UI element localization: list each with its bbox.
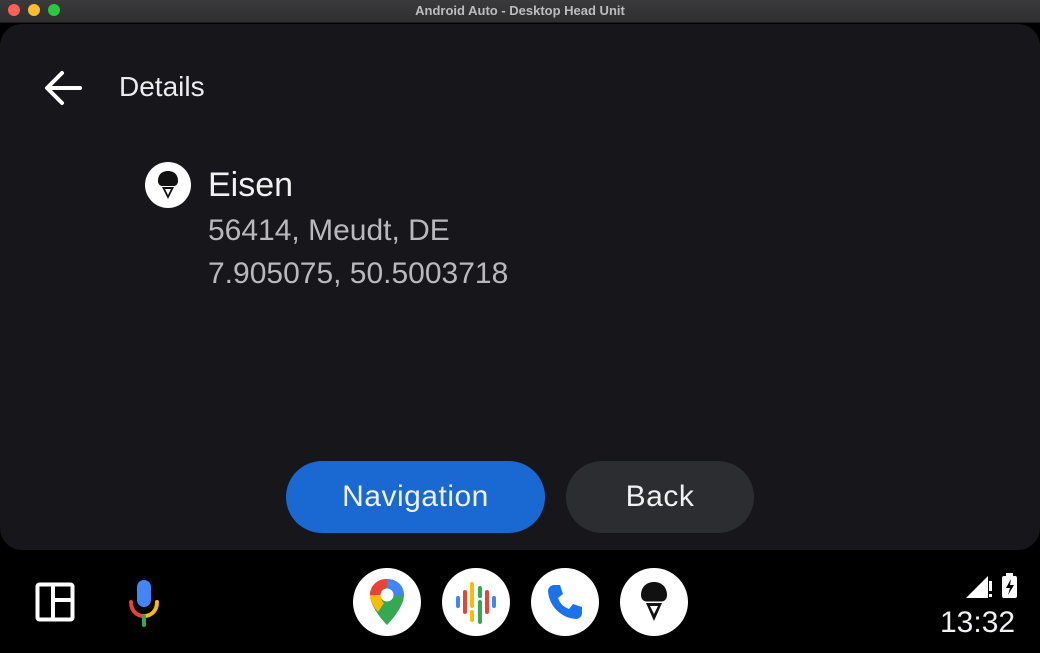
arrow-back-icon[interactable] <box>40 66 84 110</box>
maps-app-button[interactable] <box>353 568 421 636</box>
place-coordinates: 7.905075, 50.5003718 <box>208 257 509 290</box>
window-title: Android Auto - Desktop Head Unit <box>415 3 625 18</box>
ice-cream-icon <box>145 162 191 208</box>
ice-cream-icon <box>641 582 667 621</box>
maps-icon <box>370 579 404 625</box>
desktop-head-unit-window: Android Auto - Desktop Head Unit Details… <box>0 0 1040 653</box>
clock: 13:32 <box>940 606 1016 639</box>
page-title: Details <box>119 71 205 102</box>
podcasts-icon <box>456 582 496 624</box>
battery-icon <box>1002 573 1017 598</box>
status-icons <box>966 573 1017 598</box>
navigation-button[interactable]: Navigation <box>286 461 545 533</box>
phone-app-button[interactable] <box>531 568 599 636</box>
signal-icon <box>966 576 992 598</box>
dashboard-icon[interactable] <box>35 582 75 622</box>
podcasts-app-button[interactable] <box>442 568 510 636</box>
place-name: Eisen <box>208 166 294 204</box>
details-screen: Details Eisen 56414, Meudt, DE 7.905075,… <box>0 24 1040 550</box>
phone-icon <box>548 585 582 619</box>
ice-cream-app-button[interactable] <box>620 568 688 636</box>
title-bar: Android Auto - Desktop Head Unit <box>0 0 1040 23</box>
back-button[interactable]: Back <box>566 461 754 533</box>
place-address: 56414, Meudt, DE <box>208 214 450 247</box>
microphone-icon[interactable] <box>126 578 162 628</box>
